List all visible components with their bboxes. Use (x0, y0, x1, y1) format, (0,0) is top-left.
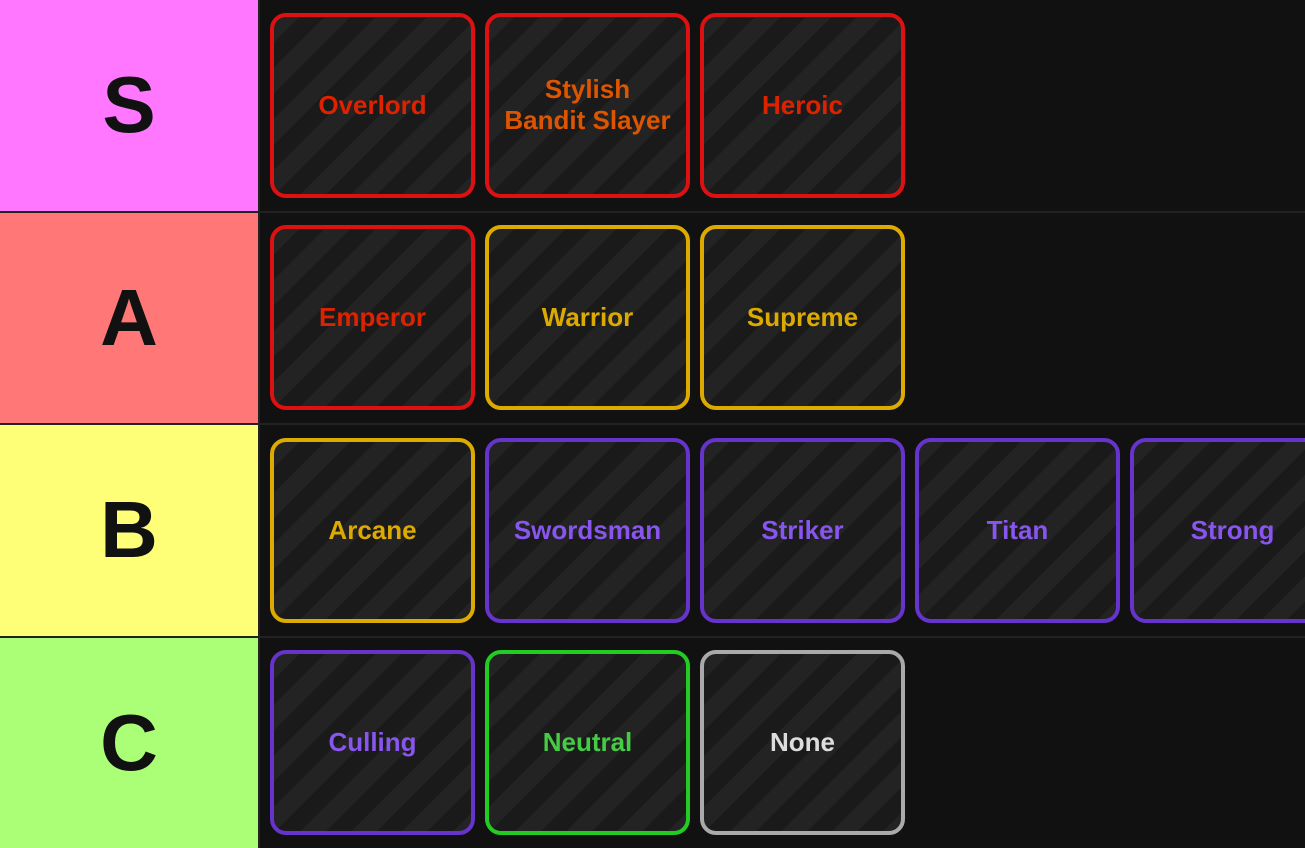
card-heroic[interactable]: Heroic (700, 13, 905, 198)
card-label: Heroic (762, 90, 843, 121)
card-label: Strong (1191, 515, 1275, 546)
card-striker[interactable]: Striker (700, 438, 905, 623)
card-supreme[interactable]: Supreme (700, 225, 905, 410)
card-label: Culling (328, 727, 416, 758)
card-label: Warrior (542, 302, 634, 333)
tier-table: SOverlordStylishBandit SlayerHeroicAEmpe… (0, 0, 1305, 848)
card-label: Supreme (747, 302, 858, 333)
tier-items-s: Overlord StylishBandit Slayer Heroic (260, 0, 1305, 211)
tier-label-s: S (0, 0, 260, 211)
card-titan[interactable]: Titan (915, 438, 1120, 623)
card-strong[interactable]: Strong (1130, 438, 1305, 623)
tier-row-a: A Emperor Warrior Supreme (0, 213, 1305, 426)
card-label: Titan (987, 515, 1049, 546)
tier-items-a: Emperor Warrior Supreme (260, 213, 1305, 424)
tier-label-b: B (0, 425, 260, 636)
card-none[interactable]: None (700, 650, 905, 835)
card-swordsman[interactable]: Swordsman (485, 438, 690, 623)
tier-items-b: Arcane Swordsman Striker Titan Strong (260, 425, 1305, 636)
card-stylish-bandit-slayer[interactable]: StylishBandit Slayer (485, 13, 690, 198)
card-label: Striker (761, 515, 843, 546)
card-warrior[interactable]: Warrior (485, 225, 690, 410)
card-label: Swordsman (514, 515, 661, 546)
card-neutral[interactable]: Neutral (485, 650, 690, 835)
tier-row-s: S Overlord StylishBandit Slayer Heroic (0, 0, 1305, 213)
card-label: None (770, 727, 835, 758)
card-arcane[interactable]: Arcane (270, 438, 475, 623)
tier-row-b: B Arcane Swordsman Striker Titan Strong (0, 425, 1305, 638)
tier-items-c: Culling Neutral None (260, 638, 1305, 848)
card-culling[interactable]: Culling (270, 650, 475, 835)
card-label: Overlord (318, 90, 426, 121)
card-label: Neutral (543, 727, 633, 758)
card-label: Arcane (328, 515, 416, 546)
card-label: StylishBandit Slayer (504, 74, 670, 136)
tier-label-a: A (0, 213, 260, 424)
card-emperor[interactable]: Emperor (270, 225, 475, 410)
tier-label-c: C (0, 638, 260, 848)
tier-row-c: C Culling Neutral None (0, 638, 1305, 848)
card-label: Emperor (319, 302, 426, 333)
card-overlord[interactable]: Overlord (270, 13, 475, 198)
